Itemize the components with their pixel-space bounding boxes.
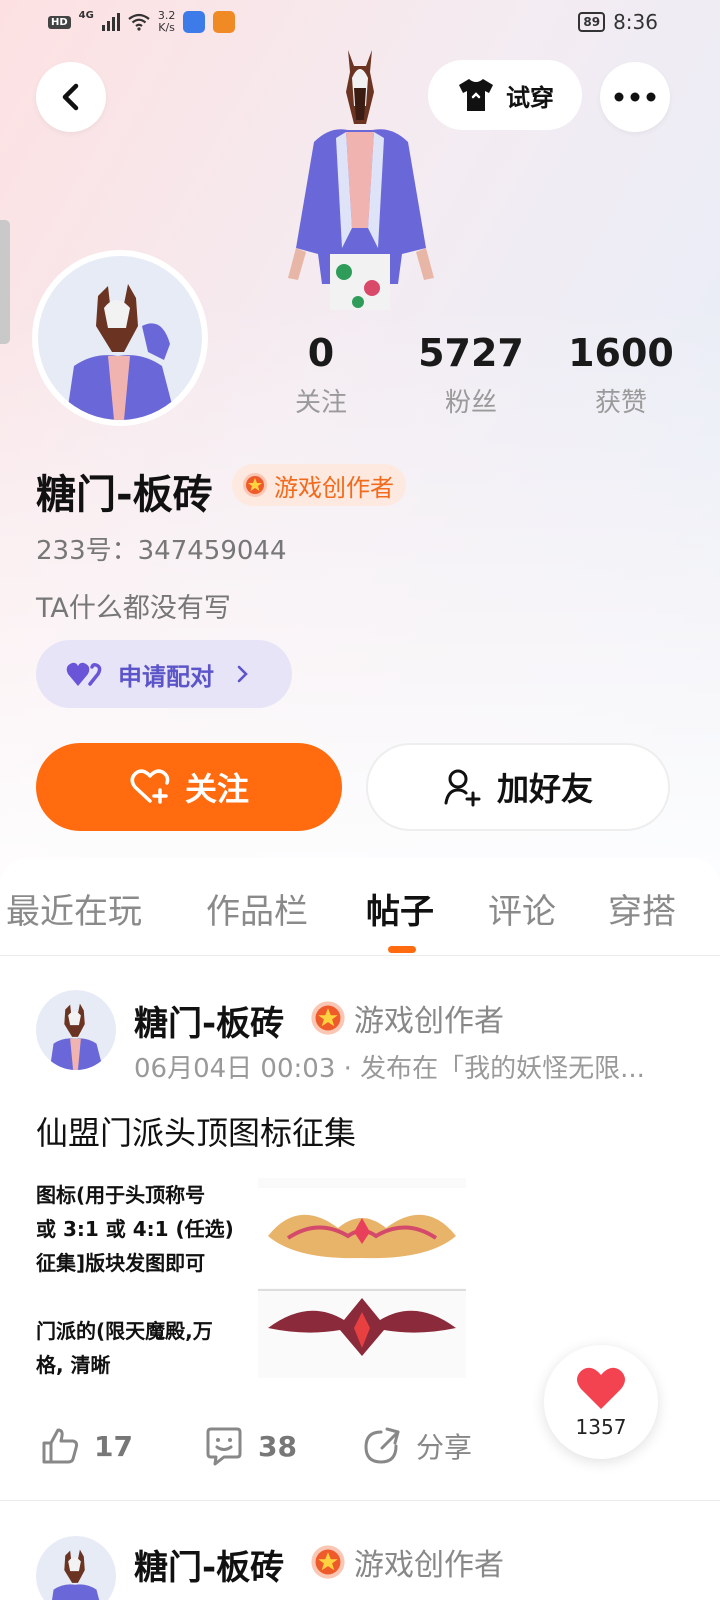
image-text-line: 格, 清晰	[36, 1353, 111, 1377]
follow-button[interactable]: 关注	[36, 743, 342, 831]
active-tab-indicator	[388, 946, 416, 953]
try-on-button[interactable]: 试穿	[428, 60, 582, 130]
creator-badge-label: 游戏创作者	[274, 473, 394, 502]
speed-unit: K/s	[158, 21, 175, 34]
heart-plus-icon	[130, 769, 170, 804]
share-icon	[364, 1427, 400, 1464]
post-creator-label: 游戏创作者	[354, 1548, 504, 1583]
post-like-count: 17	[94, 1429, 133, 1463]
edge-swipe-handle[interactable]	[0, 220, 10, 344]
post-creator-badge: 游戏创作者	[310, 996, 504, 1040]
following-count: 0	[307, 331, 335, 375]
avatar-image	[38, 256, 202, 420]
add-user-icon	[444, 769, 481, 807]
add-friend-label: 加好友	[496, 770, 593, 808]
more-dots-icon	[614, 92, 656, 102]
profile-avatar[interactable]	[32, 250, 208, 426]
status-right: 89 8:36	[578, 10, 658, 34]
creator-medal-icon	[311, 1001, 345, 1035]
request-pair-button[interactable]: 申请配对	[36, 640, 292, 708]
request-pair-label: 申请配对	[118, 662, 214, 691]
status-left: HD 4G 3.2 K/s	[48, 10, 236, 34]
back-arrow-icon	[62, 83, 79, 111]
image-text-line: 或 3:1 或 4:1 (任选)	[36, 1217, 234, 1241]
heart-icon	[577, 1367, 625, 1409]
wifi-icon	[128, 13, 150, 31]
post-author-name[interactable]: 糖门-板砖	[134, 1540, 284, 1589]
hd-badge: HD	[48, 15, 71, 29]
network-label: 4G	[78, 10, 94, 21]
image-text-line: 门派的(限天魔殿,万	[36, 1319, 213, 1343]
stat-likes[interactable]: 1600 获赞	[546, 330, 696, 419]
post-divider	[0, 1500, 720, 1501]
post-title[interactable]: 仙盟门派头顶图标征集	[36, 1108, 356, 1154]
network-speed: 3.2 K/s	[158, 10, 176, 34]
try-on-label: 试穿	[506, 83, 554, 112]
image-text-line	[36, 1280, 258, 1314]
user-bio: TA什么都没有写	[36, 593, 231, 624]
tab-posts[interactable]: 帖子	[366, 884, 434, 933]
image-text-line: 图标(用于头顶称号	[36, 1183, 206, 1207]
post-image-text: 图标(用于头顶称号 或 3:1 或 4:1 (任选) 征集]版块发图即可 门派的…	[36, 1178, 258, 1378]
profile-username: 糖门-板砖	[36, 472, 213, 518]
creator-badge[interactable]: 游戏创作者	[232, 464, 406, 506]
post-comment-count: 38	[258, 1429, 297, 1463]
follow-label: 关注	[184, 770, 249, 808]
tshirt-icon	[459, 79, 493, 111]
tab-outfits[interactable]: 穿搭	[608, 884, 676, 933]
post-share-button[interactable]: 分享	[362, 1426, 472, 1466]
add-friend-button[interactable]: 加好友	[366, 743, 670, 831]
post-avatar-image	[49, 1003, 104, 1070]
more-button[interactable]	[600, 62, 670, 132]
fans-label: 粉丝	[444, 388, 497, 418]
user-id[interactable]: 233号：347459044	[36, 530, 287, 567]
creator-medal-icon	[243, 473, 267, 497]
post-comment-button[interactable]: 38	[204, 1426, 297, 1466]
stat-following[interactable]: 0 关注	[246, 330, 396, 419]
video-app-notification-icon	[213, 11, 236, 33]
avatar-character-image	[66, 284, 176, 420]
post-author-name[interactable]: 糖门-板砖	[134, 996, 284, 1045]
image-text-line: 征集]版块发图即可	[36, 1251, 206, 1275]
tab-comments[interactable]: 评论	[488, 884, 556, 933]
post-author-avatar[interactable]	[36, 990, 116, 1070]
floating-like-button[interactable]: 1357	[544, 1345, 658, 1459]
avatar-character-illustration	[288, 50, 434, 310]
fans-count: 5727	[418, 331, 524, 375]
thumbs-up-icon	[42, 1428, 79, 1464]
comment-icon	[206, 1427, 242, 1466]
floating-like-count: 1357	[575, 1415, 627, 1439]
battery-icon: 89	[578, 12, 606, 32]
signal-icon	[101, 13, 120, 31]
tabs-divider	[0, 955, 720, 956]
following-label: 关注	[294, 388, 347, 418]
post-like-button[interactable]: 17	[40, 1426, 133, 1466]
post-creator-badge: 游戏创作者	[310, 1540, 504, 1584]
tab-recently-played[interactable]: 最近在玩	[6, 884, 142, 933]
status-bar: HD 4G 3.2 K/s 89 8:36	[0, 0, 720, 48]
post-meta[interactable]: 06月04日 00:03 · 发布在「我的妖怪无限...	[134, 1048, 706, 1085]
stat-fans[interactable]: 5727 粉丝	[396, 330, 546, 419]
app-notification-icon	[183, 11, 206, 33]
likes-label: 获赞	[594, 388, 647, 418]
post-creator-label: 游戏创作者	[354, 1004, 504, 1039]
post-share-label: 分享	[416, 1431, 473, 1464]
hearts-icon	[66, 662, 102, 686]
crown-icons-preview	[258, 1178, 466, 1378]
chevron-right-icon	[237, 665, 248, 683]
tab-works[interactable]: 作品栏	[206, 884, 308, 933]
likes-count: 1600	[568, 331, 674, 375]
creator-medal-icon	[311, 1545, 345, 1579]
back-button[interactable]	[36, 62, 106, 132]
clock: 8:36	[613, 10, 658, 34]
post-image[interactable]: 图标(用于头顶称号 或 3:1 或 4:1 (任选) 征集]版块发图即可 门派的…	[36, 1178, 466, 1378]
